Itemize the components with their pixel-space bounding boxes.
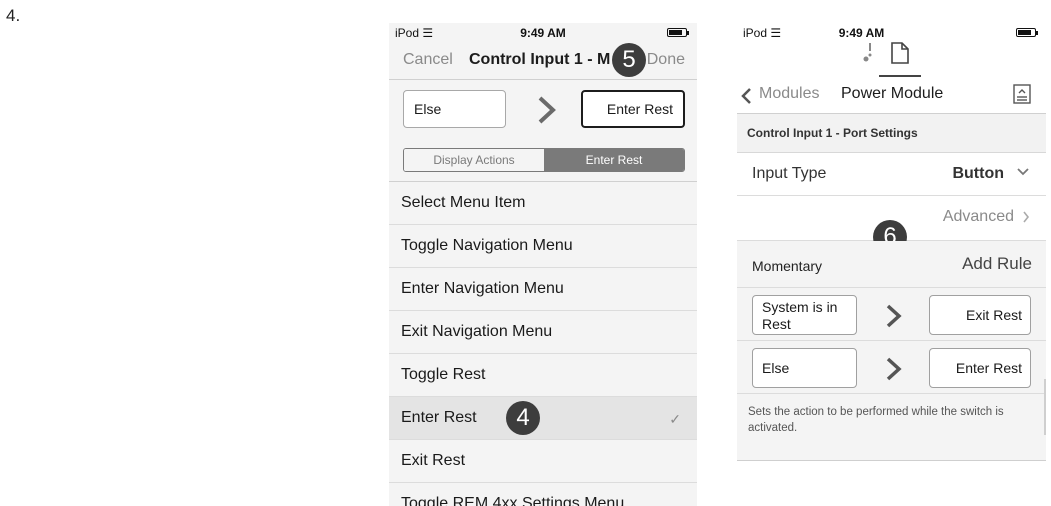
chevron-down-icon (1017, 168, 1029, 176)
condition-box[interactable]: Else (752, 348, 857, 388)
segmented-control: Display Actions Enter Rest (403, 148, 685, 172)
action-label: Enter Rest (606, 101, 673, 117)
right-phone-screen: iPod ☰ 9:49 AM Modules Power Module Cont… (737, 23, 1046, 506)
advanced-row[interactable]: Advanced 6 (737, 196, 1046, 254)
nav-bar: Cancel Control Input 1 - M Done 5 (389, 41, 697, 80)
list-item-selected[interactable]: Enter Rest 4 ✓ (389, 397, 697, 440)
list-item[interactable]: Toggle Rest (389, 354, 697, 397)
advanced-link: Advanced (942, 208, 1014, 225)
chevron-right-icon (886, 357, 902, 381)
chevron-right-icon (886, 304, 902, 328)
back-button[interactable]: Modules (759, 85, 819, 103)
chevron-right-icon (538, 96, 556, 124)
action-box[interactable]: Exit Rest (929, 295, 1031, 335)
list-item[interactable]: Exit Navigation Menu (389, 311, 697, 354)
momentary-label: Momentary (752, 258, 823, 274)
step-marker-5: 5 (612, 43, 646, 77)
list-item-label: Toggle REM 4xx Settings Menu (401, 495, 625, 506)
action-box[interactable]: Enter Rest (929, 348, 1031, 388)
list-item[interactable]: Exit Rest (389, 440, 697, 483)
momentary-header: Momentary Add Rule (737, 241, 1046, 287)
list-item-label: Exit Rest (401, 452, 466, 469)
list-item[interactable]: Enter Navigation Menu (389, 268, 697, 311)
page-title: Power Module (841, 85, 944, 102)
cancel-button[interactable]: Cancel (403, 51, 453, 69)
condition-box[interactable]: Else (403, 90, 506, 128)
nav-bar: Modules Power Module (737, 76, 1046, 114)
status-time: 9:49 AM (520, 26, 566, 40)
rule-editor-row: Else Enter Rest (389, 80, 697, 146)
list-item[interactable]: Select Menu Item (389, 182, 697, 225)
input-type-row[interactable]: Input Type Button (737, 153, 1046, 196)
rule-description: Sets the action to be performed while th… (737, 393, 1046, 461)
input-type-value: Button (952, 165, 1004, 182)
segment-enter-rest[interactable]: Enter Rest (544, 149, 684, 171)
list-item[interactable]: Toggle Navigation Menu (389, 225, 697, 268)
back-chevron-icon[interactable] (739, 87, 753, 105)
list-item-label: Exit Navigation Menu (401, 323, 553, 340)
action-list: Select Menu Item Toggle Navigation Menu … (389, 181, 697, 506)
battery-icon (1016, 28, 1038, 37)
add-rule-button[interactable]: Add Rule (962, 254, 1032, 274)
chevron-right-icon (1023, 211, 1030, 223)
done-button[interactable]: Done (647, 51, 685, 69)
status-bar: iPod ☰ 9:49 AM (389, 23, 697, 41)
wheelchair-tab-icon[interactable] (861, 41, 877, 63)
condition-box[interactable]: System is in Rest (752, 295, 857, 335)
action-box[interactable]: Enter Rest (581, 90, 685, 128)
tab-bar (737, 41, 1046, 77)
battery-icon (667, 28, 689, 37)
list-item-label: Enter Navigation Menu (401, 280, 564, 297)
clipboard-icon[interactable] (1012, 82, 1032, 104)
condition-label: Else (414, 101, 442, 117)
left-phone-screen: iPod ☰ 9:49 AM Cancel Control Input 1 - … (389, 23, 697, 506)
list-item-label: Toggle Rest (401, 366, 486, 383)
checkmark-icon: ✓ (669, 411, 681, 427)
list-item-label: Select Menu Item (401, 194, 526, 211)
step-marker-4: 4 (506, 401, 540, 435)
list-item-label: Enter Rest (401, 409, 477, 426)
document-tab-icon[interactable] (889, 41, 911, 65)
status-time: 9:49 AM (838, 26, 885, 40)
rule-row: Else Enter Rest (737, 340, 1046, 393)
rule-row: System is in Rest Exit Rest (737, 287, 1046, 340)
page-title: Control Input 1 - M (469, 51, 611, 68)
scrollbar[interactable] (1044, 379, 1046, 435)
status-bar: iPod ☰ 9:49 AM (737, 23, 1046, 41)
input-type-label: Input Type (752, 165, 827, 182)
list-item[interactable]: Toggle REM 4xx Settings Menu (389, 483, 697, 506)
section-header: Control Input 1 - Port Settings (737, 114, 1046, 153)
step-label: 4. (6, 6, 21, 25)
list-item-label: Toggle Navigation Menu (401, 237, 573, 254)
segment-display-actions[interactable]: Display Actions (404, 149, 544, 171)
